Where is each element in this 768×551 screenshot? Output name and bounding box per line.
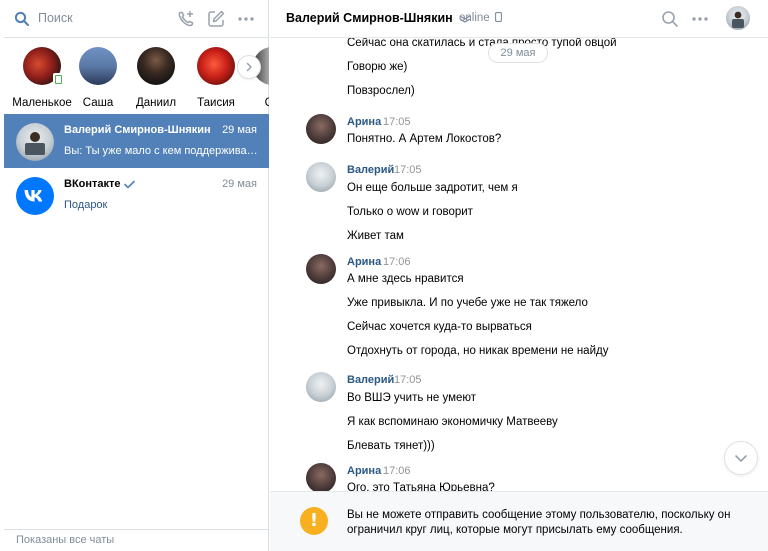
- search-bar: Поиск: [4, 0, 269, 38]
- chat-date: 29 мая: [222, 178, 257, 190]
- warning-icon: !: [300, 507, 328, 535]
- story-item[interactable]: Маленькое: [12, 47, 72, 109]
- message-text: Отдохнуть от города, но никак времени не…: [347, 345, 609, 357]
- story-item[interactable]: Саша: [68, 47, 128, 109]
- avatar: [79, 47, 117, 85]
- message-time: 17:05: [394, 374, 422, 386]
- avatar[interactable]: [306, 254, 336, 284]
- story-item[interactable]: Даниил: [126, 47, 186, 109]
- chat-name: ВКонтакте: [64, 178, 135, 190]
- chats-footer: Показаны все чаты: [4, 529, 269, 551]
- online-status: online: [459, 12, 502, 24]
- story-item[interactable]: Таисия: [186, 47, 246, 109]
- avatar: [137, 47, 175, 85]
- conversation-header: Валерий Смирнов-Шнякин online: [270, 0, 768, 38]
- compose-icon[interactable]: [206, 9, 226, 29]
- story-name: Маленькое: [12, 97, 72, 109]
- message-text: Живет там: [347, 230, 404, 242]
- scroll-down-button[interactable]: [724, 441, 758, 475]
- chevron-down-icon: [735, 455, 747, 462]
- message-time: 17:05: [383, 116, 411, 128]
- search-icon: [14, 11, 29, 26]
- conversations-panel: Поиск Маленькое Саша Даниил Таисия С Вал…: [4, 0, 269, 551]
- avatar: [16, 123, 54, 161]
- mobile-online-icon: [53, 73, 62, 84]
- write-restriction-notice: ! Вы не можете отправить сообщение этому…: [270, 491, 768, 551]
- story-name: Таисия: [197, 97, 235, 109]
- chat-list-item[interactable]: ВКонтакте 29 мая Подарок: [4, 168, 269, 222]
- message-text: Он еще больше задротит, чем я: [347, 182, 518, 194]
- message-history: Сейчас она скатилась и стала просто тупо…: [270, 0, 768, 491]
- story-name: Даниил: [135, 97, 177, 109]
- chat-name-text: ВКонтакте: [64, 178, 121, 190]
- chevron-right-icon: [246, 62, 252, 72]
- message-author[interactable]: Арина: [347, 465, 381, 477]
- chat-list-item[interactable]: Валерий Смирнов-Шнякин 29 мая Вы: Ты уже…: [4, 114, 269, 168]
- message-author[interactable]: Арина: [347, 256, 381, 268]
- search-icon[interactable]: [660, 9, 680, 29]
- mobile-icon: [494, 12, 502, 22]
- online-status-text: online: [459, 12, 490, 24]
- message-text: Только о wow и говорит: [347, 206, 473, 218]
- avatar[interactable]: [306, 162, 336, 192]
- call-plus-icon[interactable]: [176, 9, 196, 29]
- verified-icon: [123, 180, 135, 188]
- date-divider: 29 мая: [488, 43, 548, 63]
- chats-footer-text: Показаны все чаты: [16, 534, 115, 546]
- message-text: А мне здесь нравится: [347, 273, 464, 285]
- vk-logo-icon: [16, 177, 54, 215]
- message-text: Говорю же): [347, 61, 408, 73]
- message-text: Понятно. А Артем Локостов?: [347, 133, 502, 145]
- message-text: Сейчас она скатилась и стала просто тупо…: [347, 37, 617, 49]
- message-time: 17:06: [383, 465, 411, 477]
- message-text: Во ВШЭ учить не умеют: [347, 392, 477, 404]
- avatar[interactable]: [306, 114, 336, 144]
- avatar: [197, 47, 235, 85]
- notice-text: Вы не можете отправить сообщение этому п…: [347, 509, 731, 536]
- chat-preview: Подарок: [64, 199, 108, 211]
- search-input[interactable]: Поиск: [38, 11, 73, 25]
- message-text: Сейчас хочется куда-то вырваться: [347, 321, 532, 333]
- story-name: Се: [264, 97, 269, 109]
- story-name: Саша: [82, 97, 114, 109]
- message-author[interactable]: Арина: [347, 116, 381, 128]
- conversation-panel: Сейчас она скатилась и стала просто тупо…: [270, 0, 768, 551]
- message-text: Уже привыкла. И по учебе уже не так тяже…: [347, 297, 588, 309]
- message-author[interactable]: Валерий: [347, 374, 394, 386]
- stories-next-button[interactable]: [238, 56, 260, 78]
- stories-row: Маленькое Саша Даниил Таисия Се: [4, 39, 269, 111]
- message-author[interactable]: Валерий: [347, 164, 394, 176]
- chat-date: 29 мая: [222, 124, 257, 136]
- message-text: Повзрослел): [347, 85, 415, 97]
- avatar: [23, 47, 62, 85]
- message-text: Ого, это Татьяна Юрьевна?: [347, 482, 495, 491]
- message-text: Блевать тянет))): [347, 440, 435, 452]
- avatar[interactable]: [306, 372, 336, 402]
- message-time: 17:06: [383, 256, 411, 268]
- chat-name: Валерий Смирнов-Шнякин: [64, 124, 211, 136]
- chat-preview: Вы: Ты уже мало с кем поддерживаешь обще…: [64, 145, 259, 157]
- more-icon[interactable]: [690, 9, 710, 29]
- conversation-title-text: Валерий Смирнов-Шнякин: [286, 11, 453, 25]
- avatar[interactable]: [306, 463, 336, 491]
- more-icon[interactable]: [236, 9, 256, 29]
- avatar[interactable]: [726, 6, 750, 30]
- message-text: Я как вспоминаю экономичку Матвееву: [347, 416, 558, 428]
- message-time: 17:05: [394, 164, 422, 176]
- conversation-title[interactable]: Валерий Смирнов-Шнякин: [286, 11, 471, 25]
